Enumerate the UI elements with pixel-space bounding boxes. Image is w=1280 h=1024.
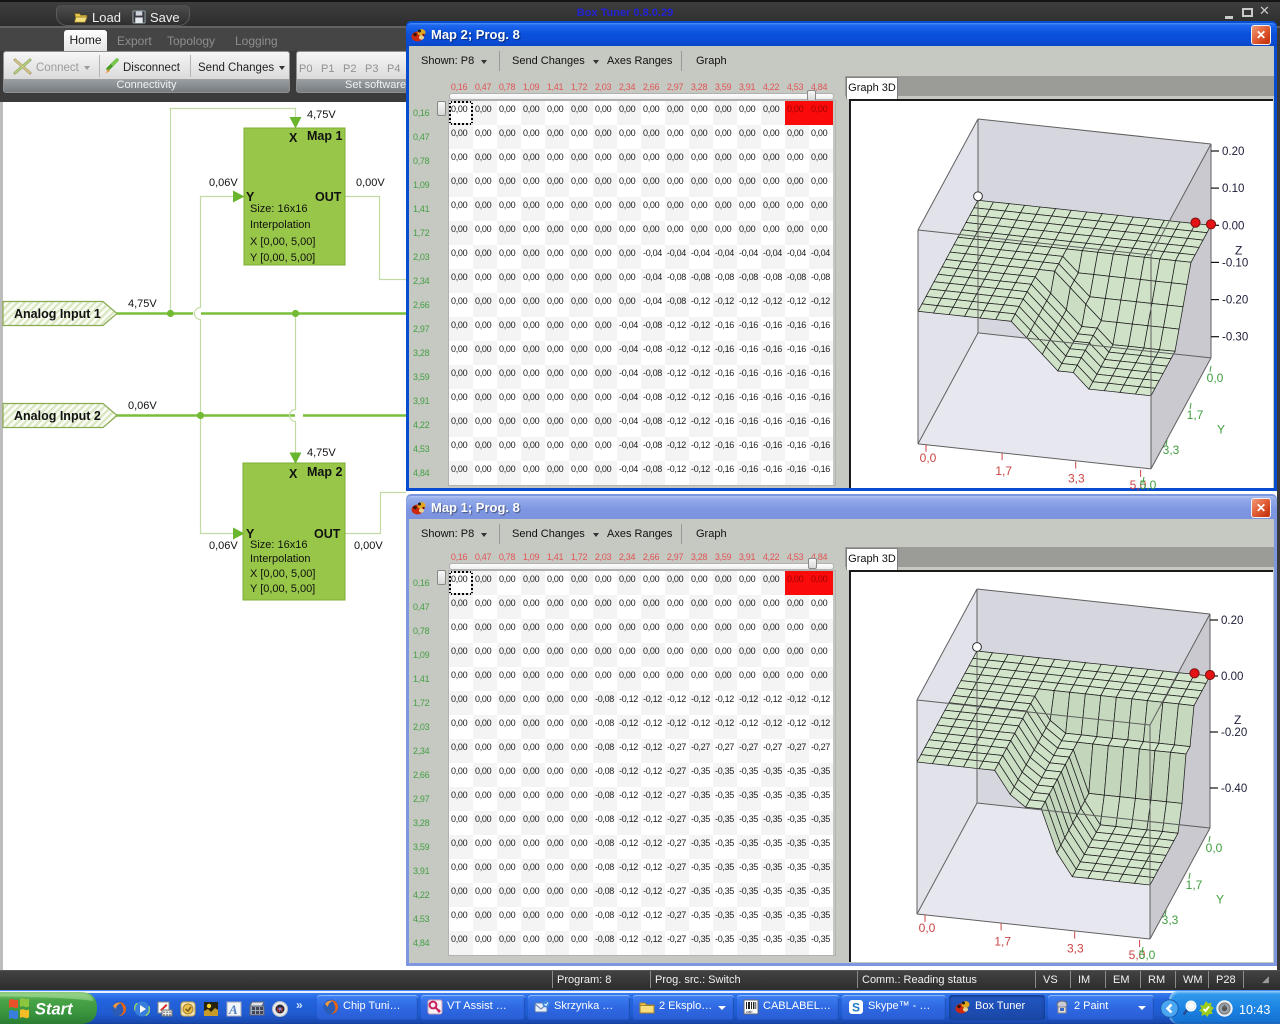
svg-text:0.00: 0.00: [1221, 671, 1243, 683]
svg-text:0,0: 0,0: [1207, 371, 1224, 385]
svg-text:1,7: 1,7: [994, 934, 1011, 948]
svg-text:1,7: 1,7: [995, 464, 1012, 478]
svg-text:Y: Y: [1216, 893, 1224, 907]
svg-text:1,7: 1,7: [1186, 878, 1203, 892]
svg-text:Z: Z: [1235, 243, 1242, 257]
svg-text:0.20: 0.20: [1221, 615, 1243, 627]
svg-text:cab: cab: [746, 1009, 753, 1014]
svg-text:0.20: 0.20: [1222, 146, 1244, 158]
svg-text:Y: Y: [1217, 422, 1225, 436]
svg-text:-0.20: -0.20: [1222, 295, 1248, 307]
svg-text:-0.30: -0.30: [1222, 332, 1248, 344]
svg-text:-0.20: -0.20: [1221, 727, 1247, 739]
svg-text:0,0: 0,0: [920, 451, 937, 465]
svg-text:A: A: [228, 1002, 238, 1017]
svg-text:S: S: [852, 1001, 860, 1015]
svg-text:3,3: 3,3: [1163, 443, 1180, 457]
svg-text:3,3: 3,3: [1067, 942, 1084, 956]
svg-text:3,3: 3,3: [1068, 472, 1085, 486]
svg-text:3,3: 3,3: [1162, 913, 1179, 927]
svg-text:1,7: 1,7: [1187, 408, 1204, 422]
svg-text:0,0: 0,0: [919, 921, 936, 935]
svg-text:Z: Z: [1234, 713, 1241, 727]
svg-text:0.00: 0.00: [1222, 220, 1244, 232]
svg-text:5,0: 5,0: [1139, 948, 1156, 962]
svg-text:-0.10: -0.10: [1222, 257, 1248, 269]
svg-text:0,0: 0,0: [1206, 841, 1223, 855]
svg-text:Start: Start: [35, 1001, 74, 1019]
svg-text:-0.40: -0.40: [1221, 783, 1247, 795]
svg-text:5,0: 5,0: [1140, 478, 1157, 492]
svg-text:0.10: 0.10: [1222, 183, 1244, 195]
